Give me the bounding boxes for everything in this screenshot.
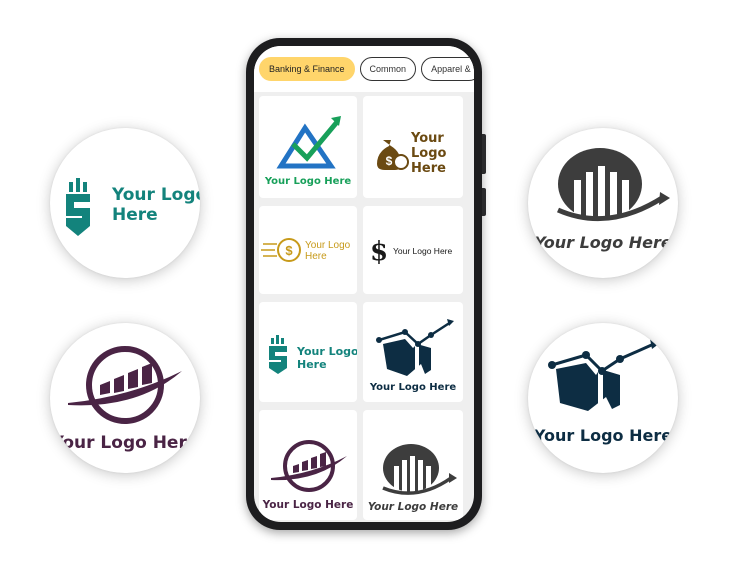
category-tabs: Banking & Finance Common Apparel & — [254, 46, 474, 92]
logo-text: Your Logo Here — [369, 382, 457, 393]
logo-card-trend[interactable]: Your Logo Here — [363, 302, 463, 402]
logo-card-coin[interactable]: $ Your Logo Here — [259, 206, 357, 294]
logo-text-line1: Your Logo — [111, 185, 200, 205]
shield-s-icon: Your Logo Here — [66, 178, 200, 236]
logo-card-bar-chart[interactable]: Your Logo Here — [363, 410, 463, 520]
logo-text-line2: Logo — [411, 146, 447, 161]
app-screen: Banking & Finance Common Apparel & Your … — [254, 46, 474, 522]
svg-text:$: $ — [285, 243, 293, 258]
logo-text-line2: Here — [112, 205, 158, 225]
showcase-logo-shield: Your Logo Here — [50, 128, 200, 278]
bar-chart-arrow-icon: Your Logo Here — [368, 444, 458, 513]
logo-text-line2: Here — [297, 358, 327, 371]
phone-volume-button — [482, 134, 486, 174]
logo-card-triangle[interactable]: Your Logo Here — [259, 96, 357, 198]
showcase-logo-bar-chart: Your Logo Here — [528, 128, 678, 278]
chart-trend-line-icon: Your Logo Here — [369, 319, 457, 393]
logo-card-shield[interactable]: Your Logo Here — [259, 302, 357, 402]
logo-text: Your Logo Here — [533, 426, 672, 445]
triangle-check-arrow-icon: Your Logo Here — [264, 116, 352, 187]
logo-text: Your Logo Here — [393, 246, 453, 256]
logo-card-dollar[interactable]: $ Your Logo Here — [363, 206, 463, 294]
logo-text-line1: Your Logo — [305, 240, 351, 251]
phone-power-button — [482, 188, 486, 216]
logo-text-line1: Your Logo — [296, 345, 357, 358]
logo-text: Your Logo Here — [51, 433, 199, 453]
svg-text:$: $ — [386, 154, 393, 168]
logo-text-line3: Here — [411, 161, 446, 176]
logo-text: Your Logo Here — [534, 233, 672, 252]
logo-text-line1: Your — [410, 131, 444, 146]
tab-apparel[interactable]: Apparel & — [421, 57, 474, 81]
coin-speed-icon: $ Your Logo Here — [261, 238, 351, 262]
logo-card-bars-swoosh[interactable]: Your Logo Here — [259, 410, 357, 520]
logo-text: Your Logo Here — [368, 501, 458, 513]
tab-common[interactable]: Common — [359, 57, 417, 81]
logo-text-line2: Here — [305, 251, 327, 262]
money-bag-icon: $ Your Logo Here — [377, 131, 447, 176]
logo-card-money-bag[interactable]: $ Your Logo Here — [363, 96, 463, 198]
tab-banking-finance[interactable]: Banking & Finance — [259, 57, 355, 81]
svg-text:$: $ — [370, 237, 388, 267]
rising-bars-swoosh-icon: Your Logo Here — [262, 440, 354, 511]
bar-chart-arrow-icon: Your Logo Here — [534, 148, 672, 252]
logo-text: Your Logo Here — [262, 499, 354, 511]
showcase-logo-trend: Your Logo Here — [528, 323, 678, 473]
dollar-sign-icon: $ Your Logo Here — [370, 237, 453, 267]
shield-s-icon: Your Logo Here — [269, 335, 357, 374]
rising-bars-swoosh-icon: Your Logo Here — [51, 346, 199, 453]
logo-text: Your Logo Here — [264, 176, 352, 187]
showcase-logo-bars: Your Logo Here — [50, 323, 200, 473]
chart-trend-line-icon: Your Logo Here — [533, 339, 672, 445]
phone-mockup: Banking & Finance Common Apparel & Your … — [246, 38, 486, 530]
